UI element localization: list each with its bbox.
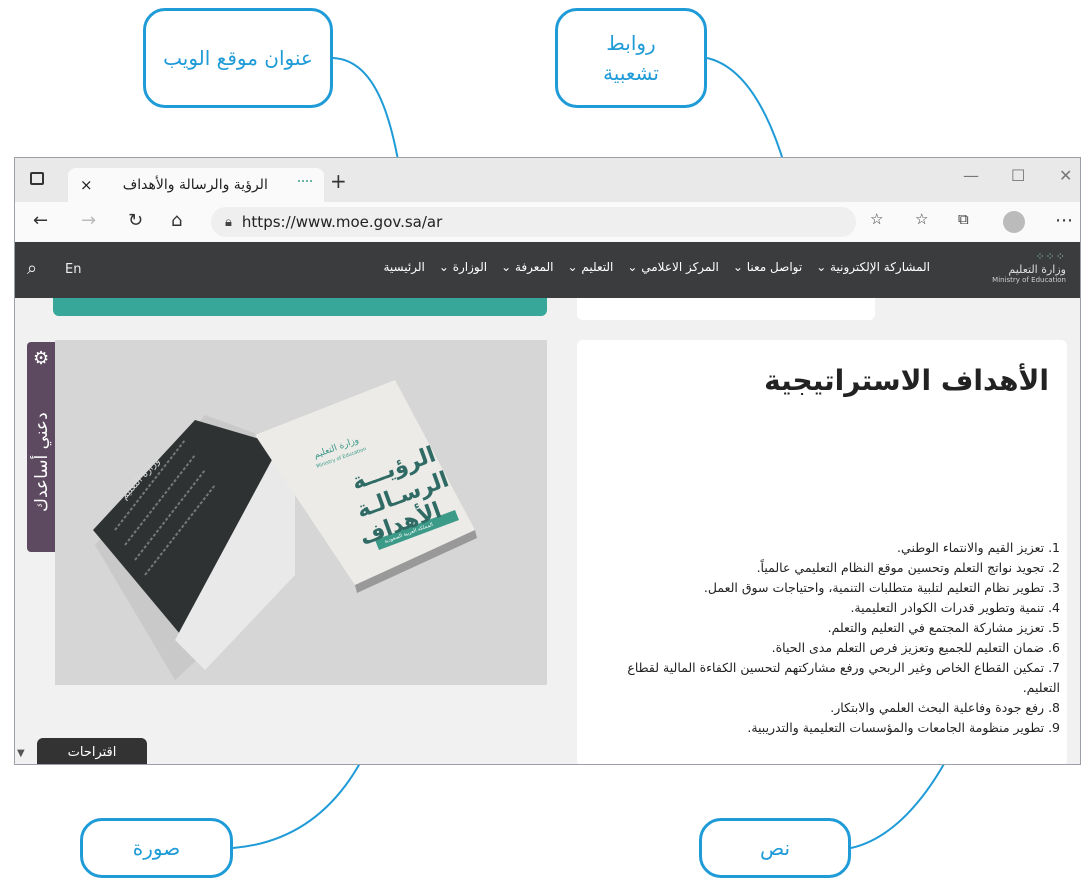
tab-bar: × الرؤية والرسالة والأهداف + — ☐ ✕ bbox=[15, 158, 1080, 202]
list-item: 7. تمكين القطاع الخاص وغير الربحي ورفع م… bbox=[627, 660, 1060, 695]
nav-e-participation[interactable]: المشاركة الإلكترونية ⌄ bbox=[816, 260, 930, 274]
lock-icon: 🔒︎ bbox=[225, 214, 232, 230]
favorite-add-icon[interactable]: ☆ bbox=[870, 210, 883, 228]
new-tab-button[interactable]: + bbox=[330, 169, 347, 193]
maximize-icon[interactable]: ☐ bbox=[1011, 166, 1025, 185]
collections-icon[interactable]: ⧉ bbox=[958, 210, 969, 228]
callout-image: صورة bbox=[80, 818, 233, 878]
home-icon[interactable]: ⌂ bbox=[171, 210, 182, 231]
nav-media-center[interactable]: المركز الاعلامي ⌄ bbox=[627, 260, 719, 274]
callout-text: نص bbox=[699, 818, 851, 878]
main-nav: الرئيسية الوزارة ⌄ المعرفة ⌄ التعليم ⌄ ا… bbox=[383, 260, 930, 274]
callout-text-text: نص bbox=[759, 836, 791, 860]
refresh-icon[interactable]: ↻ bbox=[128, 210, 143, 231]
favorites-icon[interactable]: ☆ bbox=[915, 210, 928, 228]
logo-subtext: Ministry of Education bbox=[992, 276, 1066, 284]
site-logo[interactable]: ⁘⁘⁘ وزارة التعليم Ministry of Education bbox=[966, 250, 1066, 290]
browser-window: × الرؤية والرسالة والأهداف + — ☐ ✕ ← → ↻… bbox=[14, 157, 1081, 765]
callout-hyperlinks: روابط تشعبية bbox=[555, 8, 707, 108]
scroll-down-icon[interactable]: ▼ bbox=[17, 748, 25, 759]
help-widget[interactable]: ⚙ دعني أساعدك bbox=[27, 342, 57, 552]
address-bar[interactable]: 🔒︎ https://www.moe.gov.sa/ar bbox=[211, 207, 856, 237]
close-tab-icon[interactable]: × bbox=[80, 176, 93, 194]
goals-list: 1. تعزيز القيم والانتماء الوطني. 2. تجوي… bbox=[610, 538, 1060, 738]
teal-banner bbox=[53, 298, 547, 316]
callout-image-text: صورة bbox=[132, 836, 181, 860]
list-item: 9. تطوير منظومة الجامعات والمؤسسات التعل… bbox=[747, 720, 1060, 735]
favicon-icon bbox=[297, 180, 312, 190]
url-text: https://www.moe.gov.sa/ar bbox=[241, 213, 443, 231]
help-label: دعني أساعدك bbox=[32, 412, 52, 512]
browser-toolbar: ← → ↻ ⌂ 🔒︎ https://www.moe.gov.sa/ar ☆ ☆… bbox=[15, 202, 1080, 242]
tab-actions-icon[interactable] bbox=[30, 172, 44, 185]
book-illustration: وزارة التعليم Ministry of Education الرؤ… bbox=[55, 340, 547, 685]
logo-mark-icon: ⁘⁘⁘ bbox=[1035, 250, 1066, 263]
page-content: ⚙ دعني أساعدك وزارة التعليم Ministry of … bbox=[15, 298, 1080, 764]
suggestions-button[interactable]: اقتراحات bbox=[37, 738, 147, 764]
tab-title: الرؤية والرسالة والأهداف bbox=[122, 177, 268, 193]
list-item: 6. ضمان التعليم للجميع وتعزيز فرص التعلم… bbox=[771, 640, 1060, 655]
callout-web-title-text: عنوان موقع الويب bbox=[163, 46, 313, 70]
list-item: 5. تعزيز مشاركة المجتمع في التعليم والتع… bbox=[827, 620, 1060, 635]
profile-avatar[interactable] bbox=[1003, 211, 1025, 233]
back-icon[interactable]: ← bbox=[33, 210, 48, 231]
nav-home[interactable]: الرئيسية bbox=[383, 260, 424, 274]
list-item: 2. تجويد نواتج التعلم وتحسين موقع النظام… bbox=[756, 560, 1060, 575]
more-icon[interactable]: ⋯ bbox=[1055, 210, 1073, 231]
annotated-screenshot: عنوان موقع الويب روابط تشعبية صورة نص × … bbox=[0, 0, 1083, 889]
site-navbar: ⌕ En الرئيسية الوزارة ⌄ المعرفة ⌄ التعلي… bbox=[15, 242, 1080, 298]
close-window-icon[interactable]: ✕ bbox=[1059, 166, 1072, 185]
forward-icon[interactable]: → bbox=[81, 210, 96, 231]
list-item: 8. رفع جودة وفاعلية البحث العلمي والابتك… bbox=[830, 700, 1060, 715]
list-item: 4. تنمية وتطوير قدرات الكوادر التعليمية. bbox=[850, 600, 1060, 615]
card-top-edge bbox=[577, 298, 875, 320]
page-heading: الأهداف الاستراتيجية bbox=[764, 364, 1049, 397]
language-link[interactable]: En bbox=[65, 262, 81, 277]
active-tab[interactable]: × الرؤية والرسالة والأهداف bbox=[68, 168, 324, 202]
nav-education[interactable]: التعليم ⌄ bbox=[568, 260, 614, 274]
search-icon[interactable]: ⌕ bbox=[27, 258, 37, 279]
nav-contact[interactable]: تواصل معنا ⌄ bbox=[733, 260, 802, 274]
book-image: وزارة التعليم Ministry of Education الرؤ… bbox=[55, 340, 547, 685]
list-item: 3. تطوير نظام التعليم لتلبية متطلبات الت… bbox=[703, 580, 1060, 595]
gear-icon[interactable]: ⚙ bbox=[33, 348, 49, 369]
callout-hyperlinks-text: روابط تشعبية bbox=[603, 31, 659, 85]
callout-web-title: عنوان موقع الويب bbox=[143, 8, 333, 108]
nav-knowledge[interactable]: المعرفة ⌄ bbox=[501, 260, 553, 274]
list-item: 1. تعزيز القيم والانتماء الوطني. bbox=[897, 540, 1060, 555]
logo-text: وزارة التعليم bbox=[1008, 263, 1066, 276]
minimize-icon[interactable]: — bbox=[963, 166, 979, 185]
nav-ministry[interactable]: الوزارة ⌄ bbox=[439, 260, 487, 274]
